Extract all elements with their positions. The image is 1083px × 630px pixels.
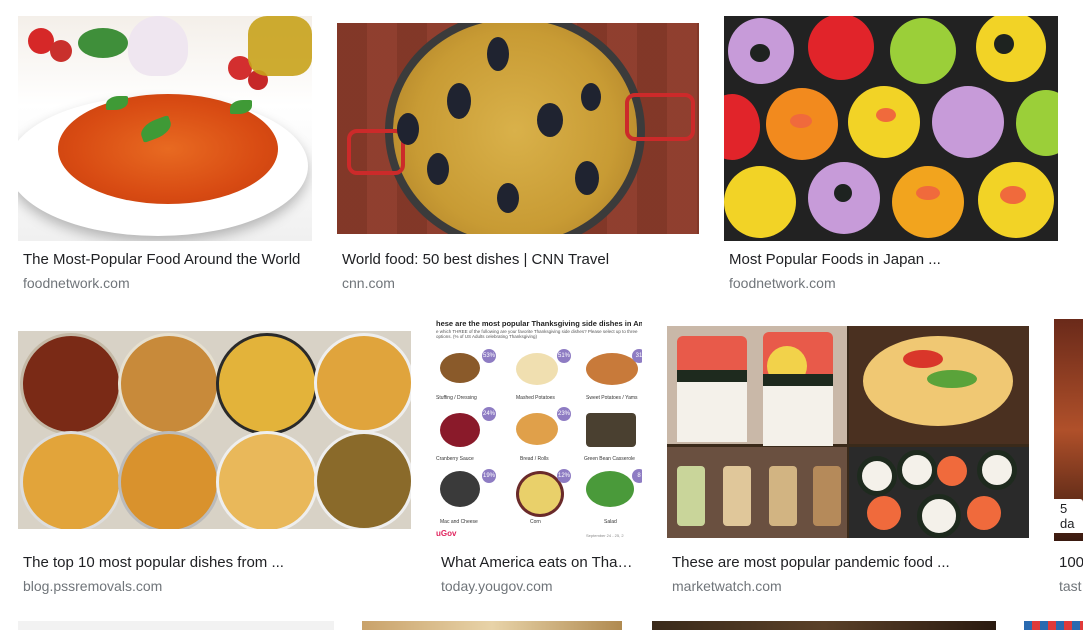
result-thumbnail-partial[interactable] <box>362 621 622 630</box>
result-card-7[interactable]: 5 da 100 tast <box>1054 319 1083 599</box>
result-thumbnail-partial[interactable] <box>18 621 334 630</box>
item-label: Green Bean Casserole <box>584 456 635 462</box>
result-caption[interactable]: These are most popular pandemic food ... <box>672 554 1025 572</box>
age-badge: 5 da <box>1054 499 1083 533</box>
result-caption[interactable]: World food: 50 best dishes | CNN Travel <box>342 251 695 269</box>
result-caption[interactable]: What America eats on Thanksgiving <box>441 554 638 572</box>
item-label: Corn <box>530 519 541 525</box>
result-caption[interactable]: 100 <box>1059 554 1083 572</box>
item-label: Stuffing / Dressing <box>436 395 477 401</box>
result-source[interactable]: cnn.com <box>342 275 695 292</box>
result-card-3[interactable]: Most Popular Foods in Japan ... foodnetw… <box>724 16 1058 296</box>
item-label: Cranberry Sauce <box>436 456 474 462</box>
pct-badge: 24% <box>482 407 496 421</box>
result-card-4[interactable]: The top 10 most popular dishes from ... … <box>18 319 411 599</box>
pct-badge: 8 <box>632 469 642 483</box>
item-label: Bread / Rolls <box>520 456 549 462</box>
item-label: Salad <box>604 519 617 525</box>
result-caption[interactable]: Most Popular Foods in Japan ... <box>729 251 1054 269</box>
pct-badge: 31 <box>632 349 642 363</box>
result-thumbnail-partial[interactable] <box>1024 621 1083 630</box>
thanksgiving-sides-infographic[interactable]: hese are the most popular Thanksgiving s… <box>436 319 642 541</box>
item-label: Sweet Potatoes / Yams <box>586 395 638 401</box>
image-results-page: { "results": [ {"caption": "The Most-Pop… <box>0 0 1083 630</box>
pct-badge: 53% <box>482 349 496 363</box>
result-thumbnail-partial[interactable] <box>652 621 996 630</box>
partial-food-image[interactable]: 5 da <box>1054 319 1083 541</box>
result-caption[interactable]: The top 10 most popular dishes from ... <box>23 554 407 572</box>
infographic-subheader: e which THREE of the following are your … <box>436 329 638 339</box>
infographic-brand: uGov <box>436 529 457 538</box>
sushi-plates-image[interactable] <box>724 16 1058 241</box>
pandemic-food-collage-image[interactable] <box>667 326 1029 538</box>
result-card-1[interactable]: The Most-Popular Food Around the World f… <box>18 16 312 296</box>
paella-image[interactable] <box>337 23 699 234</box>
result-caption[interactable]: The Most-Popular Food Around the World <box>23 251 308 269</box>
item-label: Mashed Potatoes <box>516 395 555 401</box>
result-source[interactable]: foodnetwork.com <box>23 275 308 292</box>
result-source[interactable]: marketwatch.com <box>672 578 1025 595</box>
result-source[interactable]: today.yougov.com <box>441 578 638 595</box>
pct-badge: 19% <box>482 469 496 483</box>
item-label: Mac and Cheese <box>440 519 478 525</box>
result-source[interactable]: foodnetwork.com <box>729 275 1054 292</box>
pct-badge: 23% <box>557 407 571 421</box>
result-card-6[interactable]: These are most popular pandemic food ...… <box>667 319 1029 599</box>
indian-dishes-grid-image[interactable] <box>18 331 411 529</box>
result-source[interactable]: tast <box>1059 578 1083 595</box>
pct-badge: 12% <box>557 469 571 483</box>
result-card-2[interactable]: World food: 50 best dishes | CNN Travel … <box>337 16 699 296</box>
pct-badge: 51% <box>557 349 571 363</box>
infographic-date: September 24 - 25, 2 <box>586 533 624 538</box>
result-source[interactable]: blog.pssremovals.com <box>23 578 407 595</box>
result-card-5[interactable]: hese are the most popular Thanksgiving s… <box>436 319 642 599</box>
infographic-header: hese are the most popular Thanksgiving s… <box>436 319 642 328</box>
spaghetti-image[interactable] <box>18 16 312 241</box>
